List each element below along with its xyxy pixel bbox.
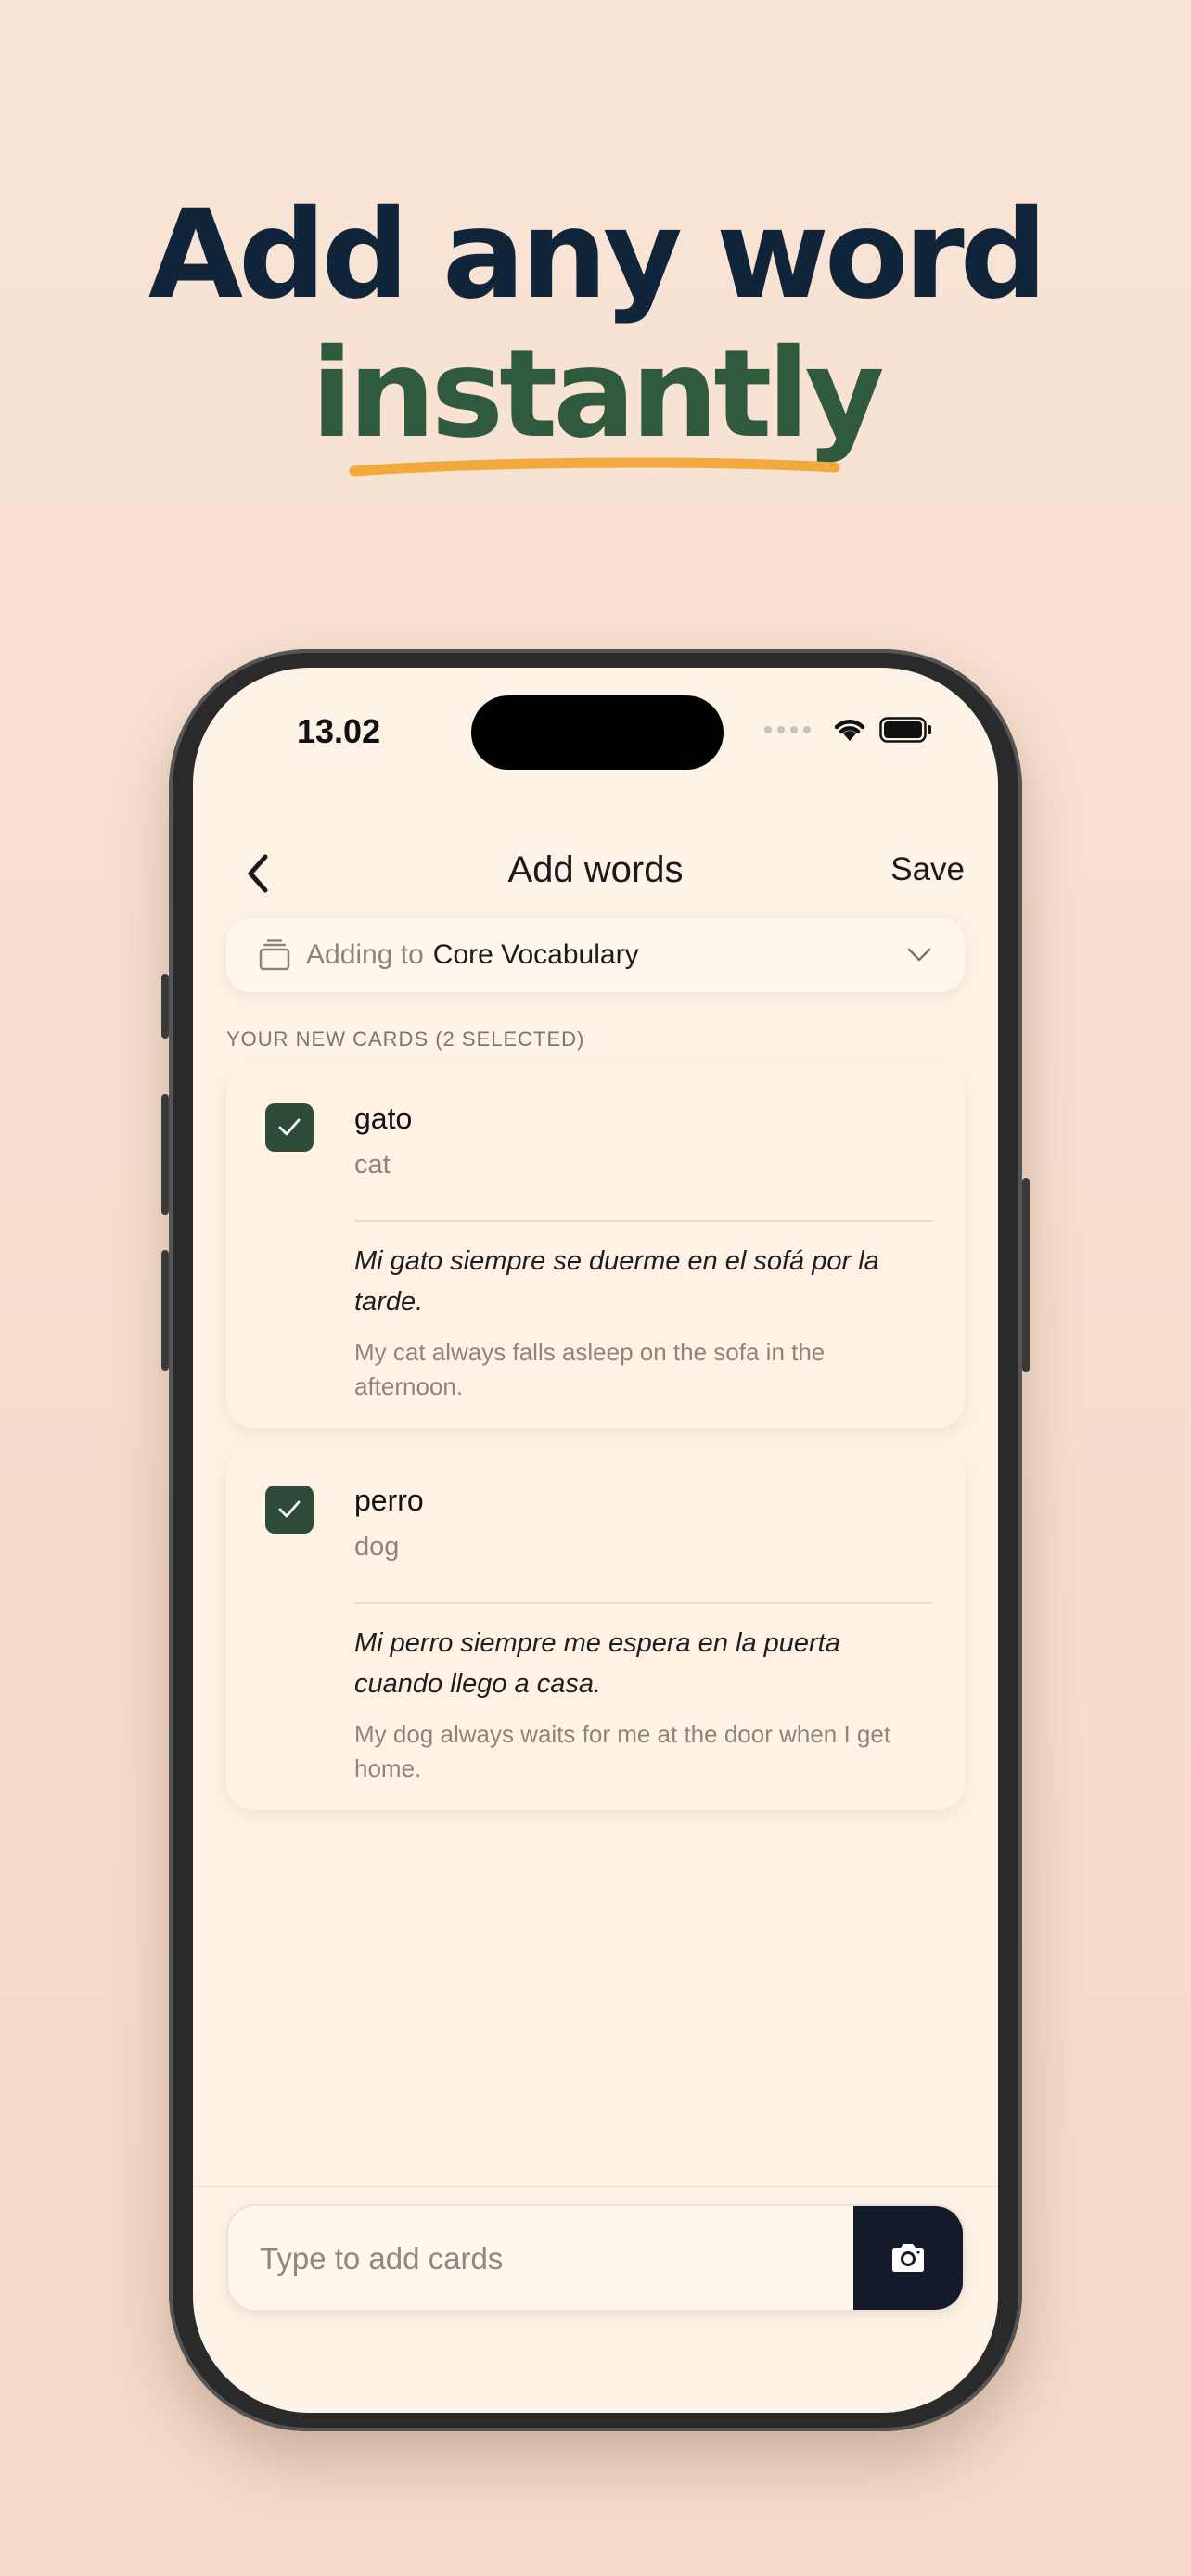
section-label: YOUR NEW CARDS (2 SELECTED) — [226, 1027, 585, 1051]
card-example: Mi gato siempre se duerme en el sofá por… — [354, 1246, 879, 1317]
checkmark-icon — [278, 1118, 301, 1136]
card-divider — [354, 1602, 933, 1604]
card-example-translation: My dog always waits for me at the door w… — [354, 1720, 891, 1782]
nav-bar: Add words Save — [193, 844, 998, 899]
save-button[interactable]: Save — [890, 851, 965, 888]
phone-frame: 13.02 Add words Save Adding to Core Voca… — [161, 649, 1030, 2431]
page-title: Add words — [507, 849, 684, 890]
card-word: perro — [354, 1484, 424, 1517]
headline-underline-decoration — [349, 457, 840, 477]
add-card-bar — [226, 2204, 965, 2312]
headline: Add any word instantly — [0, 185, 1191, 464]
deck-stack-icon — [259, 939, 290, 971]
signal-dots-icon — [764, 726, 811, 733]
headline-line-2: instantly — [311, 323, 884, 465]
chevron-down-icon — [907, 948, 931, 962]
phone-volume-up — [161, 1094, 169, 1215]
phone-silent-switch — [161, 974, 169, 1039]
word-card[interactable]: perro dog Mi perro siempre me espera en … — [226, 1447, 965, 1810]
deck-prefix: Adding to — [306, 939, 424, 970]
camera-button[interactable] — [853, 2206, 963, 2310]
card-translation: dog — [354, 1532, 400, 1562]
card-divider — [354, 1220, 933, 1222]
card-translation: cat — [354, 1150, 391, 1180]
word-card[interactable]: gato cat Mi gato siempre se duerme en el… — [226, 1065, 965, 1428]
card-checkbox[interactable] — [265, 1103, 314, 1152]
phone-volume-down — [161, 1250, 169, 1371]
status-icons — [764, 716, 933, 744]
deck-selector[interactable]: Adding to Core Vocabulary — [226, 918, 965, 992]
phone-screen: 13.02 Add words Save Adding to Core Voca… — [193, 668, 998, 2413]
battery-icon — [879, 717, 931, 743]
dynamic-island — [471, 695, 724, 770]
card-example-translation: My cat always falls asleep on the sofa i… — [354, 1338, 826, 1400]
deck-name: Core Vocabulary — [432, 939, 639, 970]
card-example: Mi perro siempre me espera en la puerta … — [354, 1628, 840, 1699]
card-word: gato — [354, 1102, 413, 1135]
phone-power-button — [1022, 1178, 1030, 1372]
bottom-divider — [193, 2186, 998, 2187]
wifi-icon — [834, 720, 865, 741]
camera-icon — [892, 2244, 924, 2272]
card-checkbox[interactable] — [265, 1486, 314, 1534]
status-time: 13.02 — [297, 712, 381, 750]
headline-line-1: Add any word — [147, 184, 1047, 326]
add-card-input[interactable] — [228, 2206, 892, 2310]
checkmark-icon — [278, 1500, 301, 1518]
